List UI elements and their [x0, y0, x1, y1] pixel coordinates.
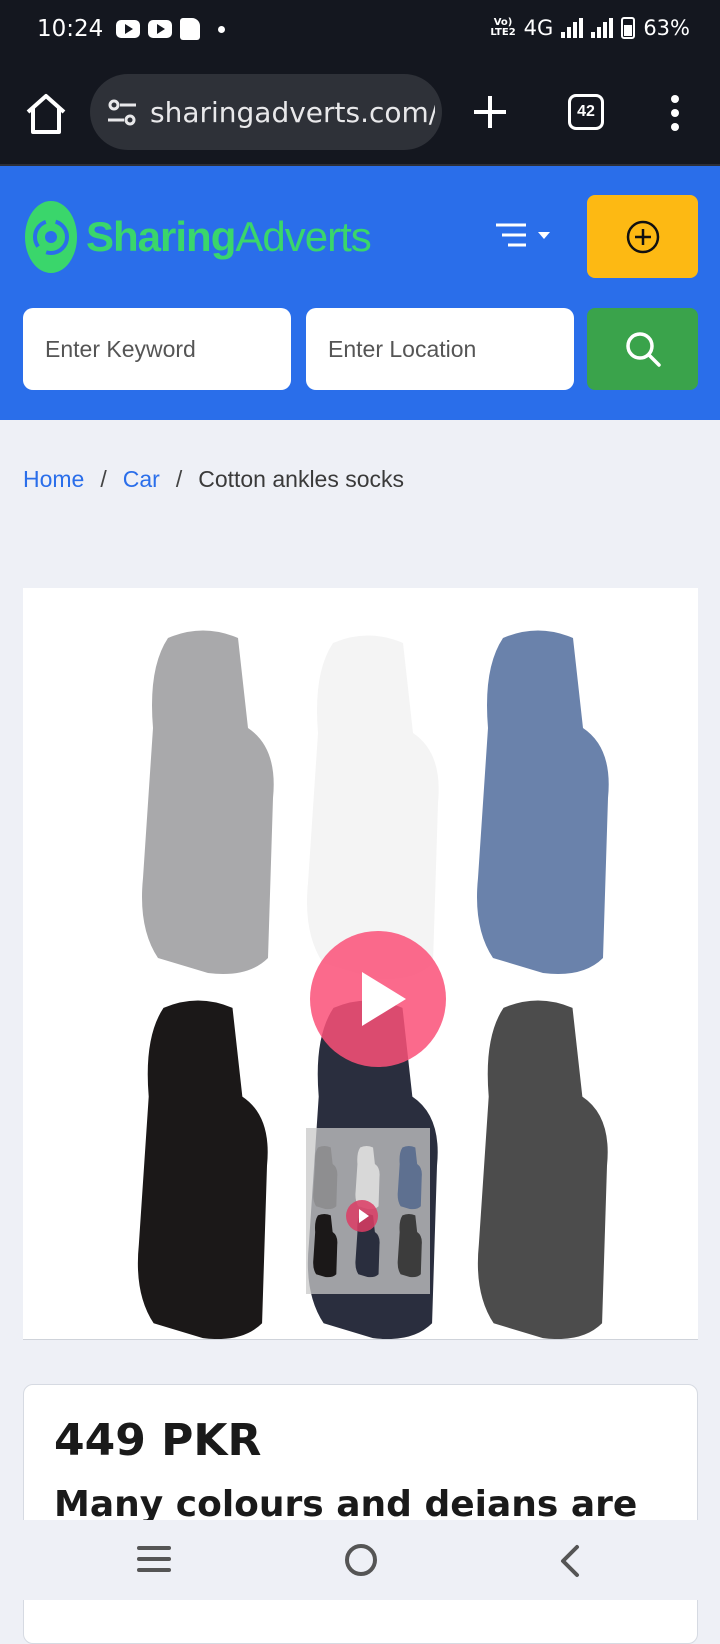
network-type: 4G — [523, 16, 554, 40]
location-field[interactable] — [306, 308, 574, 390]
breadcrumb-separator: / — [175, 466, 183, 492]
search-icon — [625, 332, 661, 367]
breadcrumb-separator: / — [100, 466, 107, 492]
site-logo[interactable]: SharingAdverts — [24, 200, 372, 274]
signal-icon — [561, 18, 584, 38]
site-settings-icon[interactable] — [106, 98, 138, 128]
youtube-icon — [148, 20, 172, 38]
new-tab-icon[interactable] — [470, 92, 510, 132]
breadcrumb-category[interactable]: Car — [123, 466, 160, 493]
play-icon[interactable] — [310, 931, 446, 1067]
address-bar[interactable]: sharingadverts.com/ — [90, 74, 442, 150]
browser-toolbar: sharingadverts.com/ 42 — [0, 62, 720, 166]
listing-details: 449 PKR Many colours and deians are — [23, 1384, 698, 1644]
post-ad-button[interactable] — [587, 195, 698, 278]
search-button[interactable] — [587, 308, 698, 390]
breadcrumb-home[interactable]: Home — [23, 466, 84, 493]
youtube-icon — [116, 20, 140, 38]
video-thumbnail[interactable] — [306, 1128, 430, 1294]
listing-title: Many colours and deians are — [54, 1484, 638, 1525]
url-text: sharingadverts.com/ — [150, 96, 435, 129]
status-bar: 10:24 Vo) LTE2 4G 63% — [0, 0, 720, 62]
status-time: 10:24 — [37, 16, 104, 42]
battery-percent: 63% — [643, 16, 690, 40]
breadcrumb: Home / Car / Cotton ankles socks — [23, 466, 404, 493]
site-header: SharingAdverts — [0, 166, 720, 420]
plus-circle-icon — [626, 220, 659, 253]
notification-icons — [116, 18, 225, 40]
listing-media[interactable] — [23, 588, 698, 1340]
play-small-icon[interactable] — [346, 1200, 378, 1232]
more-vert-icon[interactable] — [665, 92, 685, 132]
home-icon[interactable] — [22, 90, 70, 138]
keyword-field[interactable] — [23, 308, 291, 390]
battery-icon — [621, 17, 636, 39]
system-icons: Vo) LTE2 4G 63% — [490, 16, 690, 40]
keyword-input[interactable] — [45, 335, 291, 363]
menu-icon[interactable] — [492, 220, 562, 250]
location-input[interactable] — [328, 335, 574, 363]
recents-icon[interactable] — [137, 1546, 171, 1574]
logo-text: SharingAdverts — [86, 213, 372, 260]
breadcrumb-current: Cotton ankles socks — [198, 466, 405, 492]
home-nav-icon[interactable] — [345, 1544, 377, 1576]
back-icon[interactable] — [555, 1544, 585, 1578]
more-notifications-icon — [218, 25, 225, 33]
volte-icon: Vo) LTE2 — [490, 17, 516, 38]
tab-switcher-button[interactable]: 42 — [568, 94, 604, 130]
listing-price: 449 PKR — [54, 1415, 262, 1466]
system-nav-bar — [0, 1520, 720, 1600]
signal-icon-2 — [591, 18, 614, 38]
sim-icon — [180, 18, 200, 40]
logo-icon — [25, 201, 77, 273]
